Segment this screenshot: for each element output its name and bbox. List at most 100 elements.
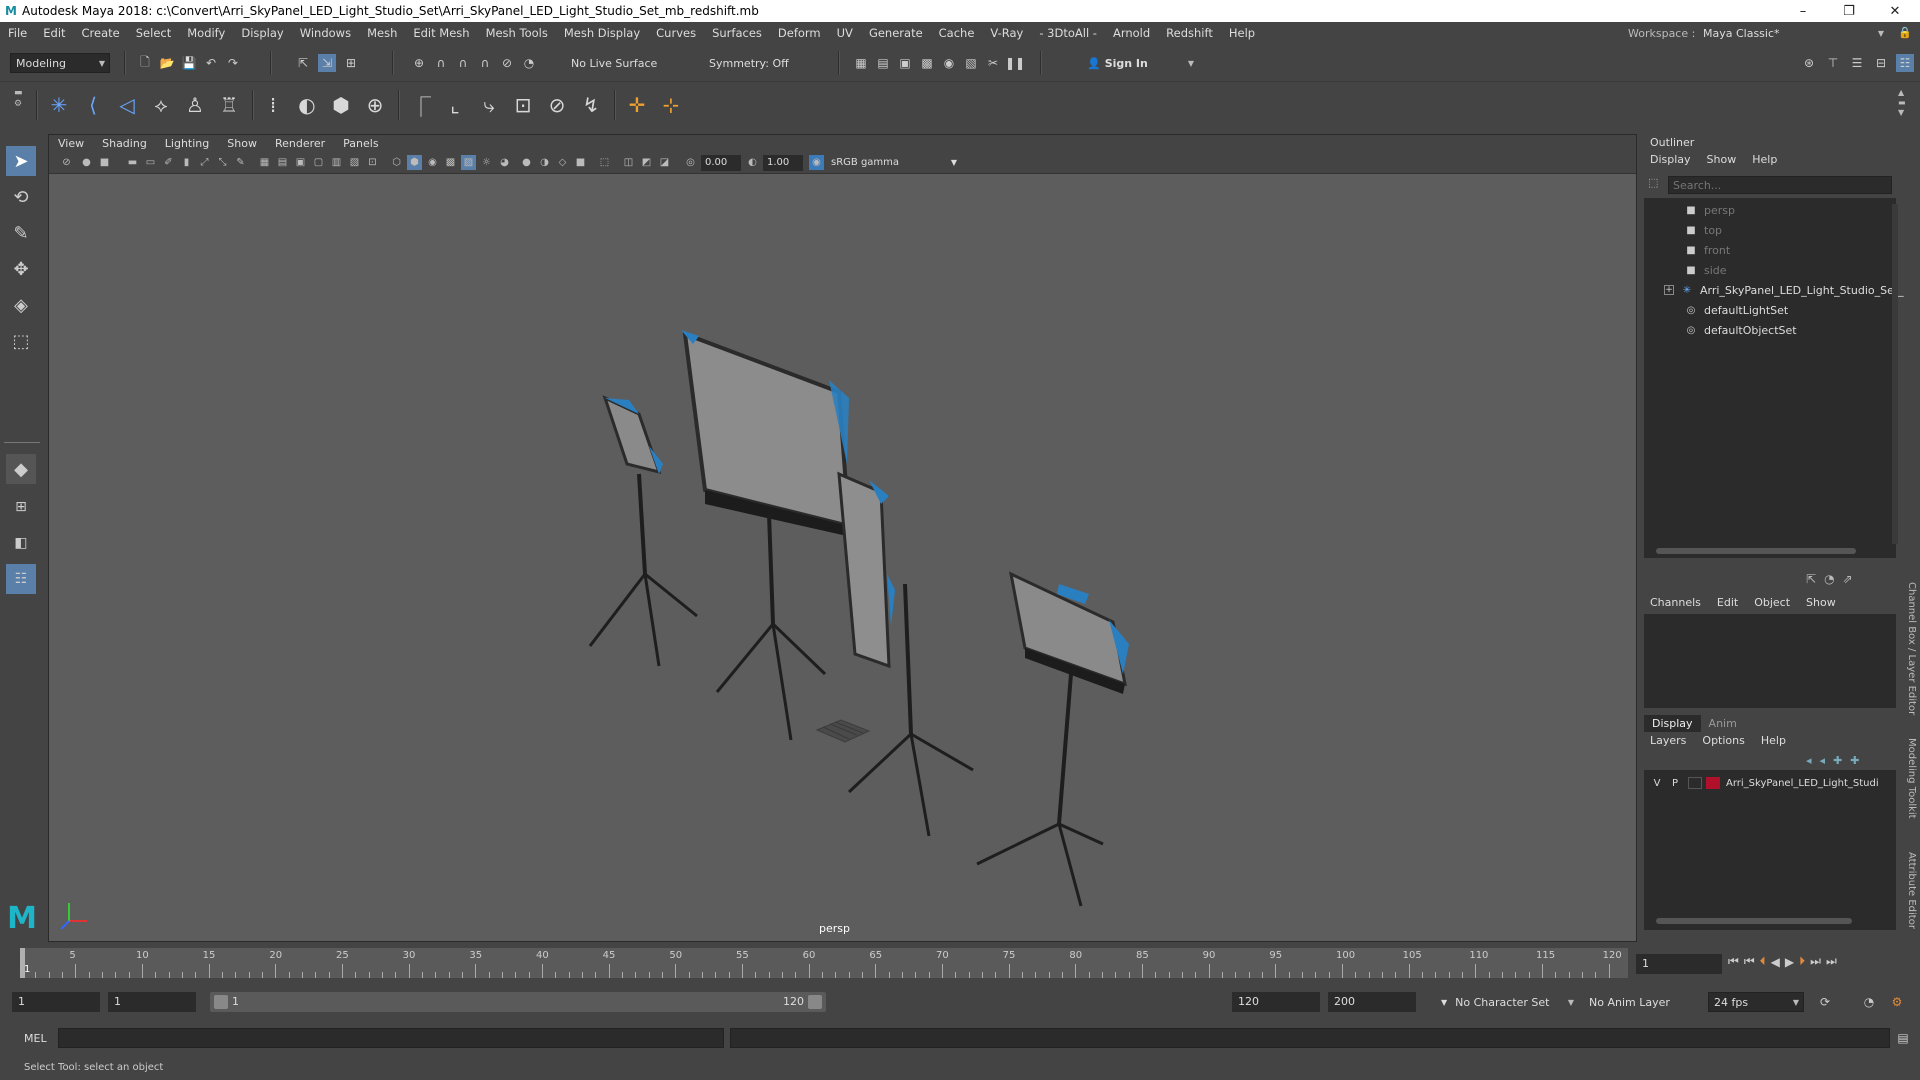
snap-surface-icon[interactable]: ⊘ — [498, 54, 516, 72]
filter-icon[interactable]: ⬚ — [1648, 176, 1664, 192]
xray-joints-icon[interactable]: ◫ — [621, 155, 636, 170]
layer-visibility-toggle[interactable]: V — [1648, 778, 1666, 789]
safe-action-icon[interactable]: ▣ — [293, 155, 308, 170]
joint-icon[interactable]: ⟨ — [78, 90, 108, 120]
ik-handle-icon[interactable]: ◁ — [112, 90, 142, 120]
outliner-vscroll[interactable] — [1892, 204, 1898, 544]
shadows-icon[interactable]: ◕ — [497, 155, 512, 170]
motion-blur-icon[interactable]: ◑ — [537, 155, 552, 170]
viewport-menu-shading[interactable]: Shading — [93, 137, 156, 150]
layer-tab-anim[interactable]: Anim — [1701, 715, 1745, 732]
smooth-shading-icon[interactable]: ⬢ — [407, 155, 422, 170]
minimize-button[interactable]: – — [1780, 0, 1826, 22]
gamma-field[interactable]: 1.00 — [763, 155, 803, 171]
antialiasing-icon[interactable]: ◇ — [555, 155, 570, 170]
redshift-ipr-icon[interactable]: ✂ — [984, 54, 1002, 72]
menu-curves[interactable]: Curves — [648, 26, 704, 40]
lattice-sphere-icon[interactable]: ◐ — [292, 90, 322, 120]
outliner-hscroll[interactable] — [1656, 548, 1856, 554]
layer-tab-display[interactable]: Display — [1644, 714, 1701, 732]
snap-view-icon[interactable]: ∩ — [476, 54, 494, 72]
pin-icon[interactable]: ⇗ — [1843, 572, 1853, 586]
channel-box-icon[interactable]: ☷ — [1896, 54, 1914, 72]
channelbox-menu-object[interactable]: Object — [1754, 596, 1790, 609]
live-surface-field[interactable]: No Live Surface — [566, 53, 666, 73]
skypanel-right[interactable] — [976, 571, 1129, 907]
twist-deformer-icon[interactable]: ⌞ — [440, 90, 470, 120]
overscan-icon[interactable]: ▥ — [329, 155, 344, 170]
menu-help[interactable]: Help — [1221, 26, 1263, 40]
outliner-item-side[interactable]: ■ side — [1684, 260, 1726, 280]
lock-icon[interactable]: 🔒 — [1898, 26, 1912, 39]
menu-redshift[interactable]: Redshift — [1158, 26, 1221, 40]
hud-icon[interactable]: ⊡ — [365, 155, 380, 170]
wireframe-on-shaded-icon[interactable]: ◉ — [425, 155, 440, 170]
skypanel-slim[interactable] — [837, 471, 974, 837]
menu-surfaces[interactable]: Surfaces — [704, 26, 770, 40]
wave-deformer-icon[interactable]: ⤷ — [474, 90, 504, 120]
redo-icon[interactable]: ↷ — [224, 54, 242, 72]
menu-edit[interactable]: Edit — [35, 26, 73, 40]
move-layer-down-icon[interactable]: ◂ — [1820, 754, 1826, 767]
expand-icon[interactable]: + — [1664, 285, 1674, 295]
refresh-icon[interactable]: ◔ — [1824, 572, 1834, 586]
menu-modify[interactable]: Modify — [179, 26, 233, 40]
two-view-icon[interactable]: ◧ — [6, 528, 36, 558]
play-forwards-icon[interactable]: ▶ — [1785, 955, 1794, 969]
backface-icon[interactable]: ◪ — [657, 155, 672, 170]
snap-pivot-icon[interactable]: ◔ — [520, 54, 538, 72]
depth-of-field-icon[interactable]: ■ — [573, 155, 588, 170]
outliner-item-front[interactable]: ■ front — [1684, 240, 1730, 260]
menu-mesh-display[interactable]: Mesh Display — [556, 26, 648, 40]
outliner-item-top[interactable]: ■ top — [1684, 220, 1722, 240]
menu-mesh[interactable]: Mesh — [359, 26, 405, 40]
resolution-gate-icon[interactable]: ⤡ — [215, 155, 230, 170]
menu-display[interactable]: Display — [233, 26, 291, 40]
layer-color-swatch[interactable] — [1706, 777, 1720, 789]
select-tool-icon[interactable]: ➤ — [6, 146, 36, 176]
new-layer-selected-icon[interactable]: ✚ — [1850, 754, 1859, 767]
step-forward-key-icon[interactable]: ⏭ — [1810, 954, 1821, 969]
mode-dropdown[interactable]: Modeling ▼ — [10, 53, 110, 73]
tool-settings-icon[interactable]: ⊟ — [1872, 54, 1890, 72]
outliner-item-persp[interactable]: ■ persp — [1684, 200, 1735, 220]
outliner-menu-display[interactable]: Display — [1650, 153, 1691, 166]
xray-icon[interactable]: ▨ — [461, 155, 476, 170]
layers-menu-layers[interactable]: Layers — [1650, 734, 1686, 747]
layer-type-box[interactable] — [1688, 777, 1702, 789]
menu-select[interactable]: Select — [128, 26, 179, 40]
menu-3dtoall[interactable]: - 3DtoAll - — [1031, 26, 1105, 40]
scene-canvas[interactable] — [49, 174, 1636, 941]
playback-end-field[interactable]: 120 — [1232, 992, 1320, 1012]
scene-start-field[interactable]: 1 — [12, 992, 100, 1012]
lattice-cube-icon[interactable]: ⬢ — [326, 90, 356, 120]
film-origin-icon[interactable]: ▧ — [347, 155, 362, 170]
screen-space-ao-icon[interactable]: ● — [519, 155, 534, 170]
undo-icon[interactable]: ↶ — [202, 54, 220, 72]
measure-icon[interactable]: ⊹ — [656, 90, 686, 120]
attribute-editor-icon[interactable]: ☰ — [1848, 54, 1866, 72]
layers-hscroll[interactable] — [1656, 918, 1852, 924]
tab-attribute-editor[interactable]: Attribute Editor — [1906, 852, 1917, 929]
menu-generate[interactable]: Generate — [861, 26, 931, 40]
script-editor-icon[interactable]: ▤ — [1894, 1029, 1912, 1047]
single-view-icon[interactable]: ◆ — [6, 454, 36, 484]
channelbox-menu-show[interactable]: Show — [1806, 596, 1836, 609]
outliner-menu-show[interactable]: Show — [1707, 153, 1737, 166]
film-gate-icon[interactable]: ⤢ — [197, 155, 212, 170]
command-language-label[interactable]: MEL — [24, 1032, 47, 1045]
gamma-icon[interactable]: ◐ — [745, 155, 760, 170]
use-all-lights-icon[interactable]: ☼ — [479, 155, 494, 170]
outliner-menu-help[interactable]: Help — [1752, 153, 1777, 166]
go-to-end-icon[interactable]: ⏭ — [1826, 954, 1837, 969]
play-backwards-icon[interactable]: ◀ — [1771, 955, 1780, 969]
pivot-asterisk-icon[interactable]: ✳ — [44, 90, 74, 120]
rotate-tool-icon[interactable]: ◈ — [6, 290, 36, 320]
save-scene-icon[interactable]: 💾 — [180, 54, 198, 72]
skypanel-small-left[interactable] — [588, 395, 698, 667]
four-view-icon[interactable]: ⊞ — [6, 492, 36, 522]
anim-layer-dropdown[interactable]: No Anim Layer — [1584, 992, 1684, 1012]
modeling-toolkit-icon[interactable]: ⊛ — [1800, 54, 1818, 72]
grease-pencil-icon[interactable]: ✐ — [161, 155, 176, 170]
grid-toggle-icon[interactable]: ▮ — [179, 155, 194, 170]
